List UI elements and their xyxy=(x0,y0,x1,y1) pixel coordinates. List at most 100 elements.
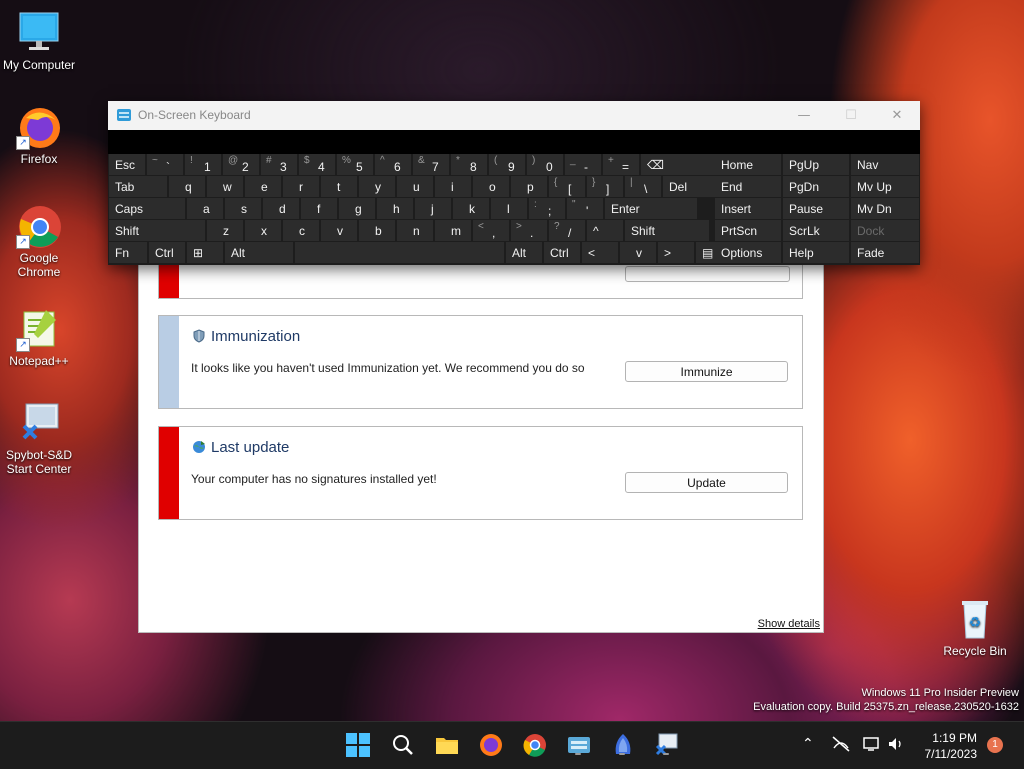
key-fn[interactable]: Fn xyxy=(109,242,147,263)
key-f[interactable]: f xyxy=(301,198,337,219)
update-button[interactable]: Update xyxy=(625,472,788,493)
key-9[interactable]: (9 xyxy=(489,154,525,175)
key-4[interactable]: $4 xyxy=(299,154,335,175)
key-mv-dn[interactable]: Mv Dn xyxy=(851,198,919,219)
key-u[interactable]: u xyxy=(397,176,433,197)
key-m[interactable]: m xyxy=(435,220,471,241)
key-grave[interactable]: ~ ` xyxy=(147,154,183,175)
key-help[interactable]: Help xyxy=(783,242,849,263)
key-i[interactable]: i xyxy=(435,176,471,197)
taskbar-firefox[interactable] xyxy=(478,732,504,758)
key-n[interactable]: n xyxy=(397,220,433,241)
key-t[interactable]: t xyxy=(321,176,357,197)
key-j[interactable]: j xyxy=(415,198,451,219)
osk-title-bar[interactable]: On-Screen Keyboard — ☐ ✕ xyxy=(108,101,920,130)
clock[interactable]: 1:19 PM 7/11/2023 xyxy=(925,730,978,762)
key-p[interactable]: p xyxy=(511,176,547,197)
key-esc[interactable]: Esc xyxy=(109,154,145,175)
search-button[interactable] xyxy=(390,732,416,758)
key-3[interactable]: #3 xyxy=(261,154,297,175)
key-y[interactable]: y xyxy=(359,176,395,197)
key-1[interactable]: ! 1 xyxy=(185,154,221,175)
key-comma[interactable]: <, xyxy=(473,220,509,241)
key-down[interactable]: v xyxy=(321,220,357,241)
key-0[interactable]: ) 0 xyxy=(527,154,563,175)
start-button[interactable] xyxy=(345,732,371,758)
key-c[interactable]: c xyxy=(283,220,319,241)
show-hidden-icons-chevron-icon[interactable]: ⌃ xyxy=(802,736,814,752)
key-o[interactable]: o xyxy=(473,176,509,197)
key-scrlk[interactable]: ScrLk xyxy=(783,220,849,241)
key-right[interactable]: > xyxy=(658,242,694,263)
network-off-icon[interactable] xyxy=(832,736,850,756)
immunize-button[interactable]: Immunize xyxy=(625,361,788,382)
key-x[interactable]: x xyxy=(245,220,281,241)
key-d[interactable]: d xyxy=(263,198,299,219)
show-details-link[interactable]: Show details xyxy=(758,618,820,630)
key-tab[interactable]: Tab xyxy=(109,176,167,197)
key-r[interactable]: r xyxy=(283,176,319,197)
key-insert[interactable]: Insert xyxy=(715,198,781,219)
key-space[interactable] xyxy=(295,242,504,263)
key-pause[interactable]: Pause xyxy=(783,198,849,219)
key-mv-up[interactable]: Mv Up xyxy=(851,176,919,197)
key-windows[interactable]: ⊞ xyxy=(187,242,223,263)
key-7[interactable]: & 7 xyxy=(413,154,449,175)
key-semicolon[interactable]: :; xyxy=(529,198,565,219)
key-w[interactable]: w xyxy=(207,176,243,197)
key-up[interactable]: ^ xyxy=(587,220,623,241)
key-quote[interactable]: " ' xyxy=(567,198,603,219)
key-ctrl[interactable]: Ctrl xyxy=(544,242,580,263)
key-prtscn[interactable]: PrtScn xyxy=(715,220,781,241)
key-q[interactable]: q xyxy=(169,176,205,197)
desktop-icon-spybot-start-center[interactable]: Spybot-S&D Start Center xyxy=(1,400,77,476)
key-shift[interactable]: Shift xyxy=(109,220,205,241)
key-5[interactable]: % 5 xyxy=(337,154,373,175)
minimize-button[interactable]: — xyxy=(781,101,827,130)
desktop-icon-recycle-bin[interactable]: ♻ Recycle Bin xyxy=(937,596,1013,658)
key-b[interactable]: b xyxy=(359,220,395,241)
key-6[interactable]: ^ 6 xyxy=(375,154,411,175)
key-alt[interactable]: Alt xyxy=(506,242,542,263)
key-home[interactable]: Home xyxy=(715,154,781,175)
key-options[interactable]: Options xyxy=(715,242,781,263)
close-button[interactable]: ✕ xyxy=(874,101,920,130)
key-z[interactable]: z xyxy=(207,220,243,241)
key-equals[interactable]: + = xyxy=(603,154,639,175)
key-down[interactable]: v xyxy=(620,242,656,263)
key-period[interactable]: >. xyxy=(511,220,547,241)
key-2[interactable]: @2 xyxy=(223,154,259,175)
key-caps[interactable]: Caps xyxy=(109,198,185,219)
taskbar-spybot[interactable] xyxy=(610,732,636,758)
key-left[interactable]: < xyxy=(582,242,618,263)
taskbar-file-explorer[interactable] xyxy=(434,732,460,758)
previous-panel-button[interactable] xyxy=(625,266,790,282)
key-alt[interactable]: Alt xyxy=(225,242,293,263)
key-minus[interactable]: _ - xyxy=(565,154,601,175)
maximize-button[interactable]: ☐ xyxy=(828,101,874,130)
key-8[interactable]: * 8 xyxy=(451,154,487,175)
display-icon[interactable] xyxy=(863,736,881,756)
taskbar-chrome[interactable] xyxy=(522,732,548,758)
taskbar-spybot-start-center[interactable] xyxy=(654,732,680,758)
key-s[interactable]: s xyxy=(225,198,261,219)
taskbar-on-screen-keyboard[interactable] xyxy=(566,732,592,758)
key-shift[interactable]: Shift xyxy=(625,220,709,241)
key-pgup[interactable]: PgUp xyxy=(783,154,849,175)
key-l[interactable]: l xyxy=(491,198,527,219)
volume-icon[interactable] xyxy=(887,736,905,756)
key-backslash[interactable]: | \ xyxy=(625,176,661,197)
key-fade[interactable]: Fade xyxy=(851,242,919,263)
key-left-bracket[interactable]: {[ xyxy=(549,176,585,197)
key-end[interactable]: End xyxy=(715,176,781,197)
desktop-icon-notepad-plus-plus[interactable]: ↗ Notepad++ xyxy=(1,306,77,368)
key-k[interactable]: k xyxy=(453,198,489,219)
key-slash[interactable]: ? / xyxy=(549,220,585,241)
key-ctrl[interactable]: Ctrl xyxy=(149,242,185,263)
key-enter[interactable]: Enter xyxy=(605,198,697,219)
key-nav[interactable]: Nav xyxy=(851,154,919,175)
desktop-icon-google-chrome[interactable]: ↗ Google Chrome xyxy=(1,203,77,279)
key-g[interactable]: g xyxy=(339,198,375,219)
key-right-bracket[interactable]: }] xyxy=(587,176,623,197)
key-backspace[interactable]: ⌫ xyxy=(641,154,718,175)
